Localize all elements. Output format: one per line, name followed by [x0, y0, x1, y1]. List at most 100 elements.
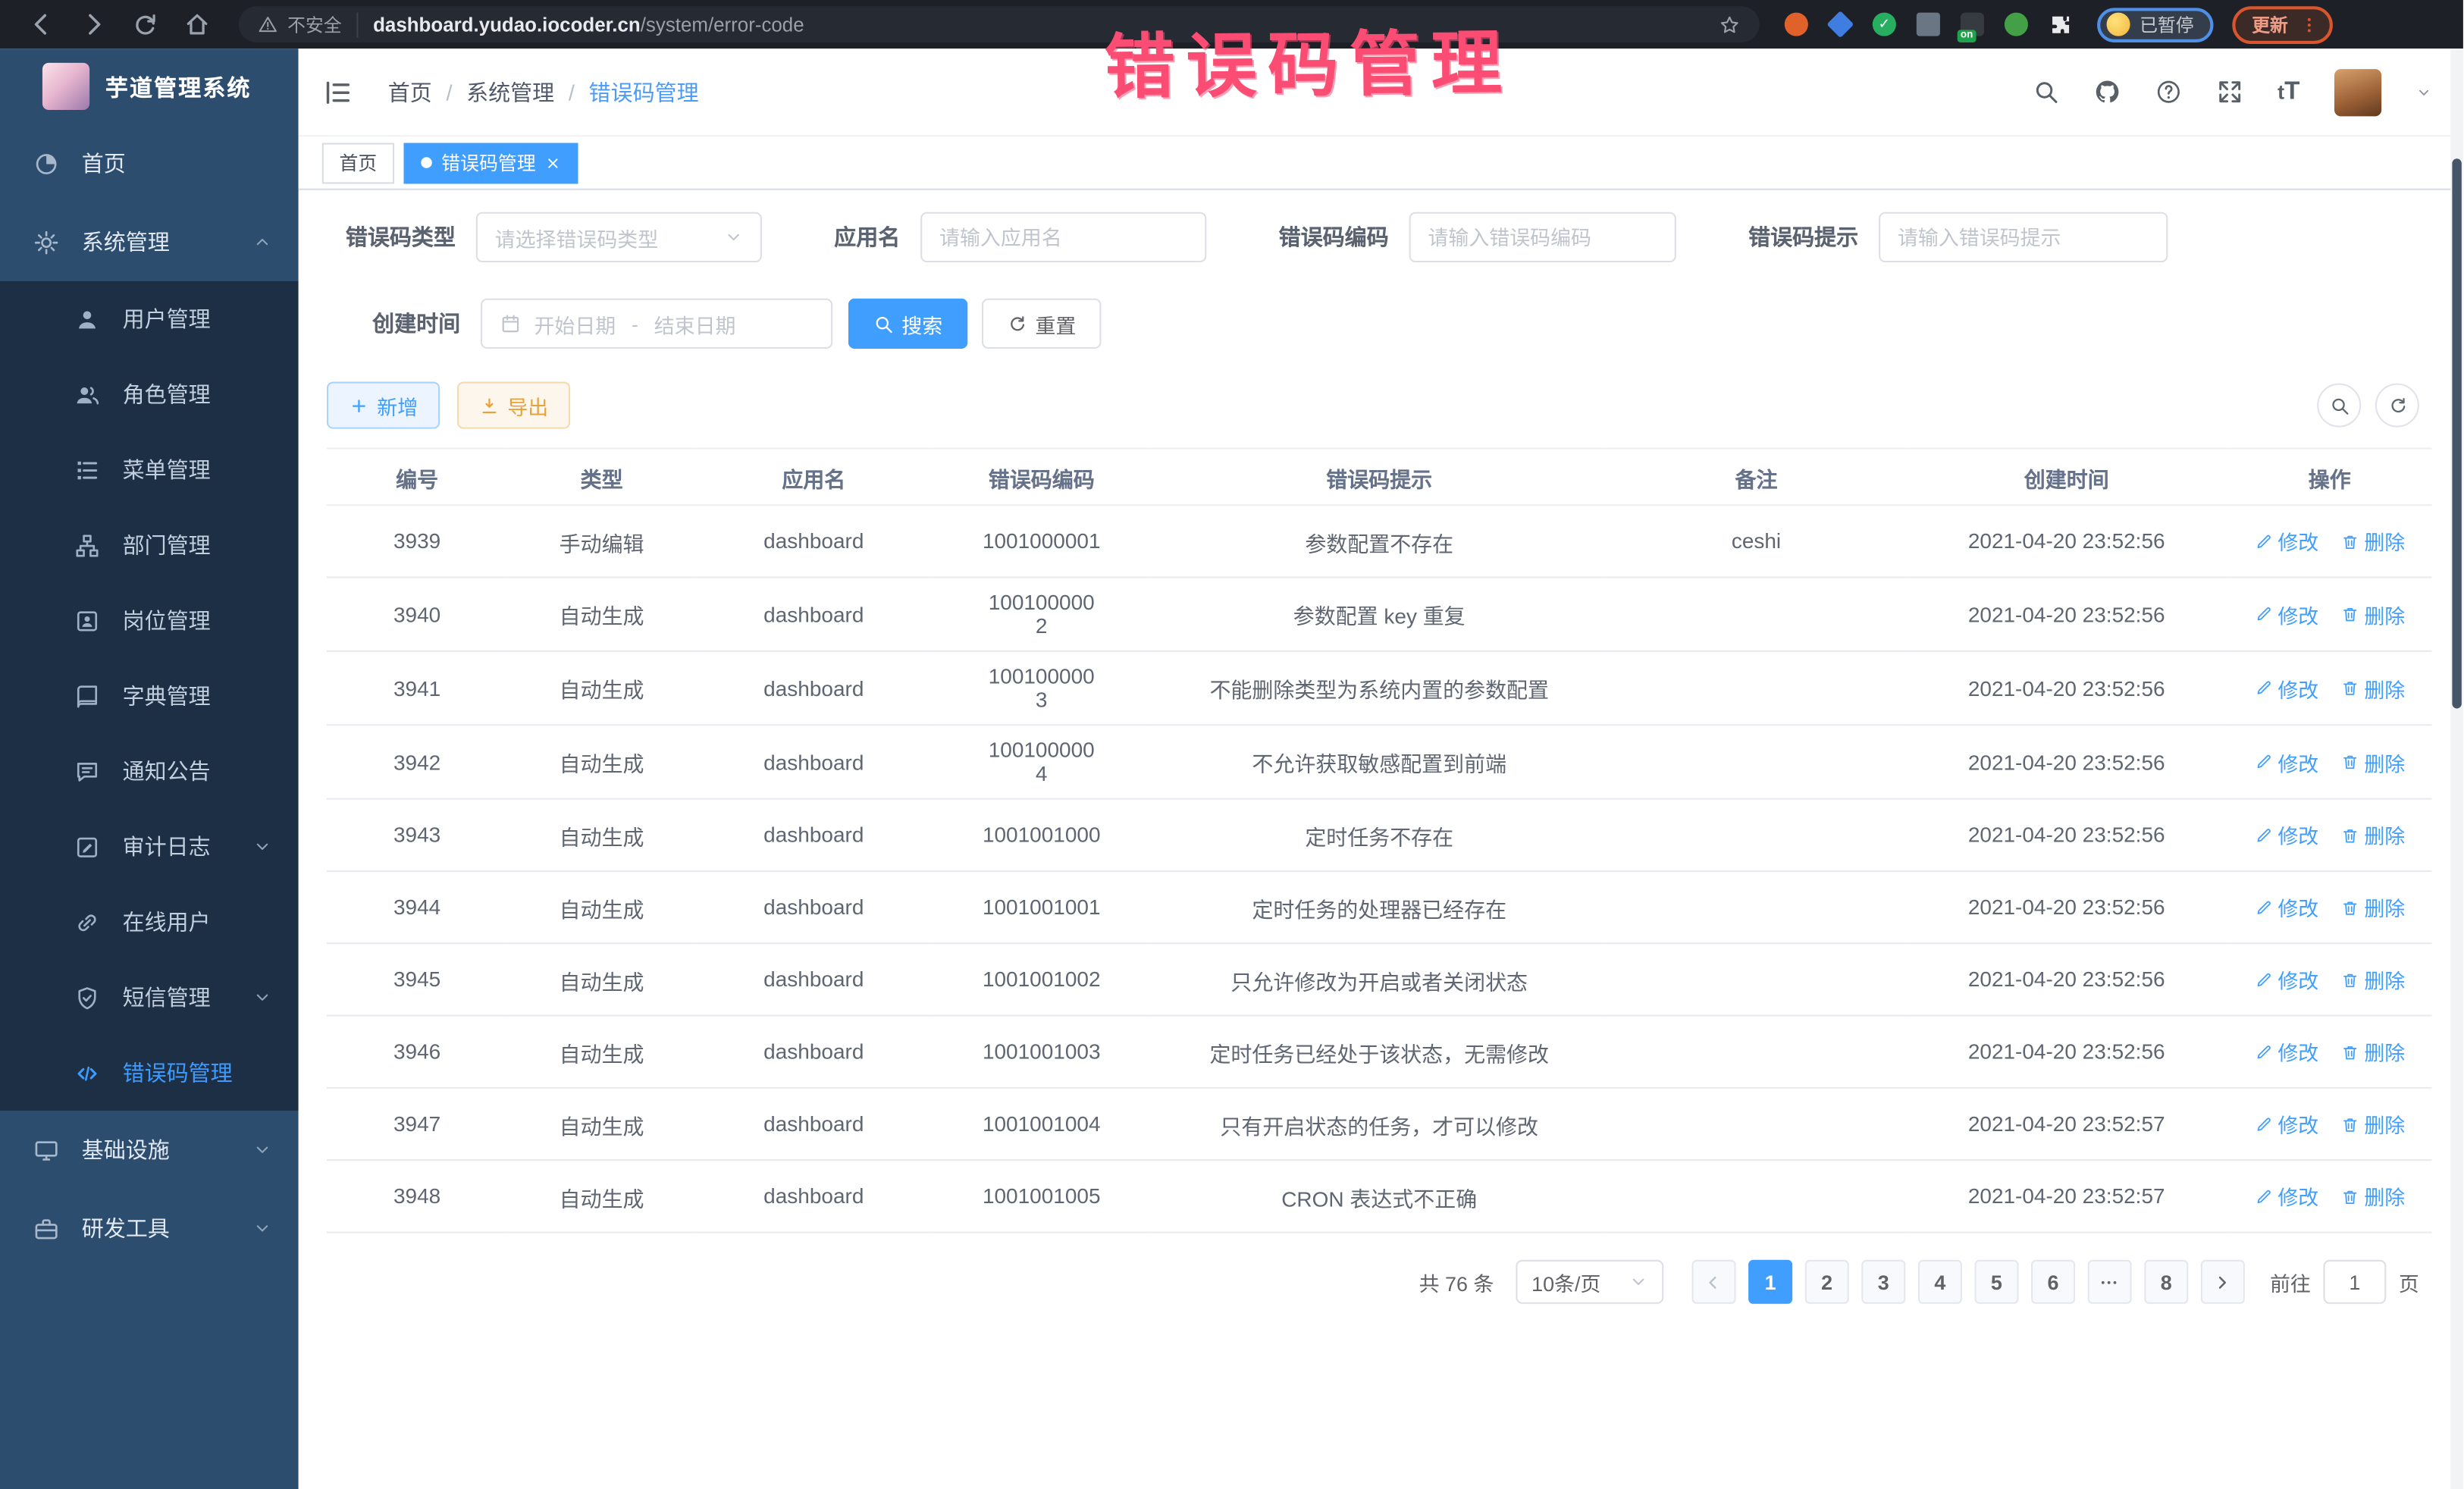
edit-link[interactable]: 修改 [2254, 964, 2318, 994]
breadcrumb-home[interactable]: 首页 [388, 76, 432, 107]
error-type-select[interactable]: 请选择错误码类型 [476, 212, 762, 262]
page-button-2[interactable]: 2 [1805, 1260, 1849, 1304]
delete-link[interactable]: 删除 [2340, 1181, 2405, 1211]
extension-gem-icon[interactable] [1826, 11, 1854, 38]
refresh-icon [2387, 395, 2407, 415]
delete-link[interactable]: 删除 [2340, 892, 2405, 922]
sidebar-item-infrastructure[interactable]: 基础设施 [0, 1111, 299, 1190]
sidebar-item-menu-management[interactable]: 菜单管理 [0, 432, 299, 507]
delete-link[interactable]: 删除 [2340, 599, 2405, 629]
edit-link[interactable]: 修改 [2254, 820, 2318, 850]
goto-page-input[interactable] [2323, 1260, 2386, 1304]
delete-link[interactable]: 删除 [2340, 673, 2405, 703]
tab-close-icon[interactable] [545, 155, 561, 171]
search-icon[interactable] [2033, 79, 2059, 105]
sidebar-item-error-code-management[interactable]: 错误码管理 [0, 1035, 299, 1110]
extension-key-icon[interactable] [2005, 13, 2028, 36]
error-message-input[interactable] [1898, 225, 2149, 249]
cell-actions: 修改删除 [2227, 577, 2431, 650]
refresh-table-button[interactable] [2375, 384, 2419, 428]
reset-button[interactable]: 重置 [982, 299, 1102, 349]
page-button-5[interactable]: 5 [1974, 1260, 2018, 1304]
breadcrumb-system[interactable]: 系统管理 [466, 76, 554, 107]
browser-profile-chip[interactable]: 已暂停 [2097, 7, 2212, 42]
page-button-3[interactable]: 3 [1861, 1260, 1905, 1304]
page-size-select[interactable]: 10条/页 [1516, 1260, 1663, 1304]
browser-back-icon[interactable] [28, 11, 55, 38]
sidebar-item-sms-management[interactable]: 短信管理 [0, 960, 299, 1035]
page-button-6[interactable]: 6 [2031, 1260, 2075, 1304]
sidebar-item-home[interactable]: 首页 [0, 124, 299, 203]
add-button[interactable]: 新增 [327, 381, 440, 428]
delete-link[interactable]: 删除 [2340, 747, 2405, 776]
sidebar-item-role-management[interactable]: 角色管理 [0, 356, 299, 431]
edit-link[interactable]: 修改 [2254, 673, 2318, 703]
bookmark-star-icon[interactable] [1719, 14, 1741, 36]
sidebar-item-online-user[interactable]: 在线用户 [0, 885, 299, 960]
scrollbar-thumb[interactable] [2452, 158, 2461, 708]
cell-app: dashboard [696, 943, 932, 1015]
edit-link[interactable]: 修改 [2254, 599, 2318, 629]
cell-id: 3942 [327, 725, 507, 798]
next-page-button[interactable] [2201, 1260, 2245, 1304]
edit-link[interactable]: 修改 [2254, 747, 2318, 776]
delete-link[interactable]: 删除 [2340, 1037, 2405, 1067]
help-icon[interactable] [2155, 79, 2182, 105]
tab-home[interactable]: 首页 [322, 143, 394, 183]
sidebar-item-dept-management[interactable]: 部门管理 [0, 507, 299, 582]
edit-link[interactable]: 修改 [2254, 892, 2318, 922]
tab-error-code[interactable]: 错误码管理 [404, 143, 578, 183]
sidebar-item-post-management[interactable]: 岗位管理 [0, 583, 299, 658]
sidebar-item-system-management[interactable]: 系统管理 [0, 202, 299, 281]
delete-link[interactable]: 删除 [2340, 964, 2405, 994]
page-button-1[interactable]: 1 [1748, 1260, 1792, 1304]
browser-forward-icon[interactable] [80, 11, 107, 38]
sidebar-item-audit-log[interactable]: 审计日志 [0, 809, 299, 884]
github-icon[interactable] [2094, 79, 2121, 105]
column-header-code: 错误码编码 [932, 449, 1152, 506]
delete-link[interactable]: 删除 [2340, 1109, 2405, 1139]
edit-link[interactable]: 修改 [2254, 1109, 2318, 1139]
book-icon [74, 682, 100, 709]
page-button-4[interactable]: 4 [1918, 1260, 1962, 1304]
app-name-input[interactable] [939, 225, 1187, 249]
delete-link[interactable]: 删除 [2340, 526, 2405, 556]
extension-ublock-icon[interactable] [1785, 13, 1808, 36]
prev-page-button[interactable] [1691, 1260, 1735, 1304]
avatar-caret-down-icon[interactable] [2416, 84, 2432, 100]
delete-link[interactable]: 删除 [2340, 820, 2405, 850]
app-logo-row[interactable]: 芋道管理系统 [0, 49, 299, 124]
cell-code: 1001001004 [932, 1088, 1152, 1160]
address-bar[interactable]: 不安全 dashboard.yudao.iocoder.cn/system/er… [239, 6, 1760, 42]
edit-link[interactable]: 修改 [2254, 1181, 2318, 1211]
edit-link[interactable]: 修改 [2254, 1037, 2318, 1067]
browser-update-button[interactable]: 更新 [2231, 5, 2332, 43]
date-range-picker[interactable]: 开始日期 - 结束日期 [481, 299, 832, 349]
error-code-input[interactable] [1428, 225, 1657, 249]
export-button[interactable]: 导出 [457, 381, 570, 428]
sidebar-item-dict-management[interactable]: 字典管理 [0, 658, 299, 733]
extension-grid-icon[interactable] [1917, 13, 1940, 36]
search-button[interactable]: 搜索 [848, 299, 968, 349]
sidebar-item-dev-tools[interactable]: 研发工具 [0, 1190, 299, 1268]
extension-proxy-icon[interactable]: on [1961, 13, 1984, 36]
app-logo [42, 63, 89, 110]
page-scrollbar[interactable] [2450, 49, 2463, 1489]
toggle-search-button[interactable] [2317, 384, 2361, 428]
pager-more-button[interactable] [2088, 1260, 2132, 1304]
browser-reload-icon[interactable] [132, 11, 158, 38]
cell-memo [1607, 577, 1906, 650]
user-avatar[interactable] [2334, 68, 2381, 115]
extension-puzzle-icon[interactable] [2049, 13, 2072, 36]
fullscreen-icon[interactable] [2216, 79, 2243, 105]
page-button-8[interactable]: 8 [2144, 1260, 2188, 1304]
browser-menu-icon[interactable] [2299, 14, 2318, 36]
cell-time: 2021-04-20 23:52:56 [1905, 943, 2227, 1015]
extension-v-icon[interactable]: ✓ [1873, 13, 1896, 36]
browser-home-icon[interactable] [183, 11, 210, 38]
font-size-icon[interactable]: tT [2277, 78, 2299, 106]
sidebar-item-user-management[interactable]: 用户管理 [0, 281, 299, 356]
sidebar-toggle-icon[interactable] [322, 76, 353, 107]
sidebar-item-notice-announcement[interactable]: 通知公告 [0, 734, 299, 809]
edit-link[interactable]: 修改 [2254, 526, 2318, 556]
